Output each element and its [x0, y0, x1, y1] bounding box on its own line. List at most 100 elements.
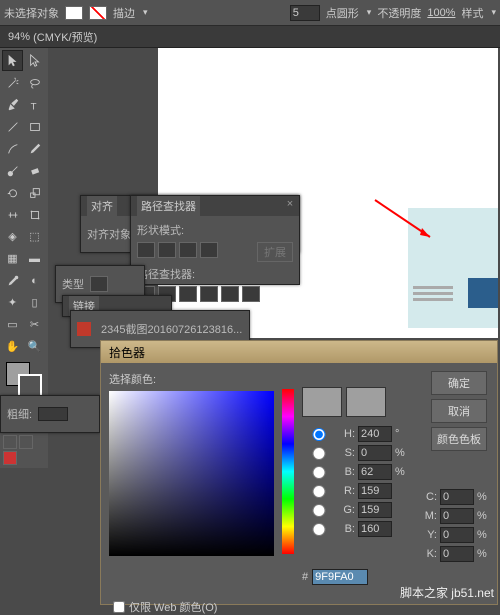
fill-swatch[interactable] — [65, 6, 83, 20]
slice-tool[interactable]: ✂ — [24, 314, 45, 335]
perspective-tool[interactable]: ⬚ — [24, 226, 45, 247]
watermark: 脚本之家 jb51.net — [400, 584, 494, 601]
scale-tool[interactable] — [24, 182, 45, 203]
symbol-sprayer-tool[interactable]: ✦ — [2, 292, 23, 313]
chevron-down-icon[interactable]: ▾ — [143, 7, 148, 18]
mesh-tool[interactable]: ▦ — [2, 248, 23, 269]
graph-tool[interactable]: ▯ — [24, 292, 45, 313]
type-dropdown[interactable] — [90, 276, 108, 292]
zoom-tool[interactable]: 🔍 — [24, 336, 45, 357]
rectangle-tool[interactable] — [24, 116, 45, 137]
stroke-weight-input[interactable] — [38, 407, 68, 421]
s-input[interactable] — [358, 445, 392, 461]
artboard-tool[interactable]: ▭ — [2, 314, 23, 335]
s-label: S: — [339, 447, 355, 459]
width-tool[interactable] — [2, 204, 23, 225]
h-input[interactable] — [358, 426, 392, 442]
pen-tool[interactable] — [2, 94, 23, 115]
stroke-swatch[interactable] — [89, 6, 107, 20]
screen-mode-full[interactable] — [19, 435, 33, 449]
crop-icon[interactable] — [200, 286, 218, 302]
paintbrush-tool[interactable] — [2, 138, 23, 159]
chevron-down-icon[interactable]: ▾ — [367, 7, 372, 18]
point-input[interactable] — [290, 5, 320, 21]
selection-tool[interactable] — [2, 50, 23, 71]
screen-mode-normal[interactable] — [3, 435, 17, 449]
g-radio[interactable] — [302, 504, 336, 517]
current-color-swatch — [346, 387, 386, 417]
lasso-tool[interactable] — [24, 72, 45, 93]
chevron-down-icon[interactable]: ▾ — [491, 7, 496, 18]
color-picker-dialog: 拾色器 选择颜色: H:° S:% B:% R: G: B: — [100, 340, 498, 605]
mock-text-line — [413, 286, 453, 289]
g-input[interactable] — [358, 502, 392, 518]
options-bar: 未选择对象 描边▾ 点圆形▾ 不透明度 100% 样式▾ — [0, 0, 500, 26]
direct-selection-tool[interactable] — [24, 50, 45, 71]
hue-slider[interactable] — [282, 389, 294, 554]
pathfinder-tab[interactable]: 路径查找器 — [137, 196, 200, 216]
align-objects-label: 对齐对象: — [87, 226, 134, 242]
gradient-tool[interactable]: ▬ — [24, 248, 45, 269]
stroke-label: 描边 — [113, 5, 135, 21]
free-transform-tool[interactable] — [24, 204, 45, 225]
web-only-checkbox[interactable] — [113, 601, 125, 613]
y-input[interactable] — [440, 527, 474, 543]
b2-radio[interactable] — [302, 523, 336, 536]
outline-icon[interactable] — [221, 286, 239, 302]
b-input[interactable] — [358, 464, 392, 480]
exclude-icon[interactable] — [200, 242, 218, 258]
c-input[interactable] — [440, 489, 474, 505]
b2-input[interactable] — [358, 521, 392, 537]
blob-brush-tool[interactable] — [2, 160, 23, 181]
fill-stroke-control[interactable] — [2, 360, 46, 400]
svg-text:T: T — [30, 101, 36, 112]
r-radio[interactable] — [302, 485, 336, 498]
pathfinder-panel: 路径查找器 × 形状模式: 扩展 路径查找器: — [130, 195, 300, 285]
type-tool[interactable]: T — [24, 94, 45, 115]
b-label: B: — [339, 466, 355, 478]
line-tool[interactable] — [2, 116, 23, 137]
color-mode: (CMYK/预览) — [33, 29, 97, 45]
opacity-label: 不透明度 — [377, 5, 421, 21]
hex-input[interactable] — [312, 569, 368, 585]
pencil-tool[interactable] — [24, 138, 45, 159]
r-input[interactable] — [358, 483, 392, 499]
screen-mode-present[interactable] — [3, 451, 17, 465]
shape-builder-tool[interactable]: ◈ — [2, 226, 23, 247]
opacity-value[interactable]: 100% — [427, 7, 455, 19]
s-radio[interactable] — [302, 447, 336, 460]
point-shape-label: 点圆形 — [326, 5, 359, 21]
m-input[interactable] — [440, 508, 474, 524]
mock-image-block — [468, 278, 498, 308]
minus-front-icon[interactable] — [158, 242, 176, 258]
hand-tool[interactable]: ✋ — [2, 336, 23, 357]
stroke-weight-label: 粗细: — [7, 406, 32, 422]
ok-button[interactable]: 确定 — [431, 371, 487, 395]
mock-text-line — [413, 298, 453, 301]
rotate-tool[interactable] — [2, 182, 23, 203]
merge-icon[interactable] — [179, 286, 197, 302]
eraser-tool[interactable] — [24, 160, 45, 181]
r-label: R: — [339, 485, 355, 497]
k-input[interactable] — [440, 546, 474, 562]
minus-back-icon[interactable] — [242, 286, 260, 302]
dialog-title: 拾色器 — [101, 341, 497, 363]
c-label: C: — [421, 491, 437, 503]
h-radio[interactable] — [302, 428, 336, 441]
blend-tool[interactable]: ◐ — [24, 270, 45, 291]
intersect-icon[interactable] — [179, 242, 197, 258]
type-label: 类型 — [62, 276, 84, 292]
close-icon[interactable]: × — [283, 198, 297, 212]
cancel-button[interactable]: 取消 — [431, 399, 487, 423]
b-radio[interactable] — [302, 466, 336, 479]
unite-icon[interactable] — [137, 242, 155, 258]
eyedropper-tool[interactable] — [2, 270, 23, 291]
magic-wand-tool[interactable] — [2, 72, 23, 93]
pathfinder-label: 路径查找器: — [137, 266, 293, 282]
color-field[interactable] — [109, 391, 274, 556]
style-label: 样式 — [461, 5, 483, 21]
linked-filename: 2345截图20160726123816... — [101, 321, 242, 337]
document-tab[interactable]: 94% (CMYK/预览) — [0, 26, 500, 48]
align-tab[interactable]: 对齐 — [87, 196, 117, 216]
swatches-button[interactable]: 颜色色板 — [431, 427, 487, 451]
